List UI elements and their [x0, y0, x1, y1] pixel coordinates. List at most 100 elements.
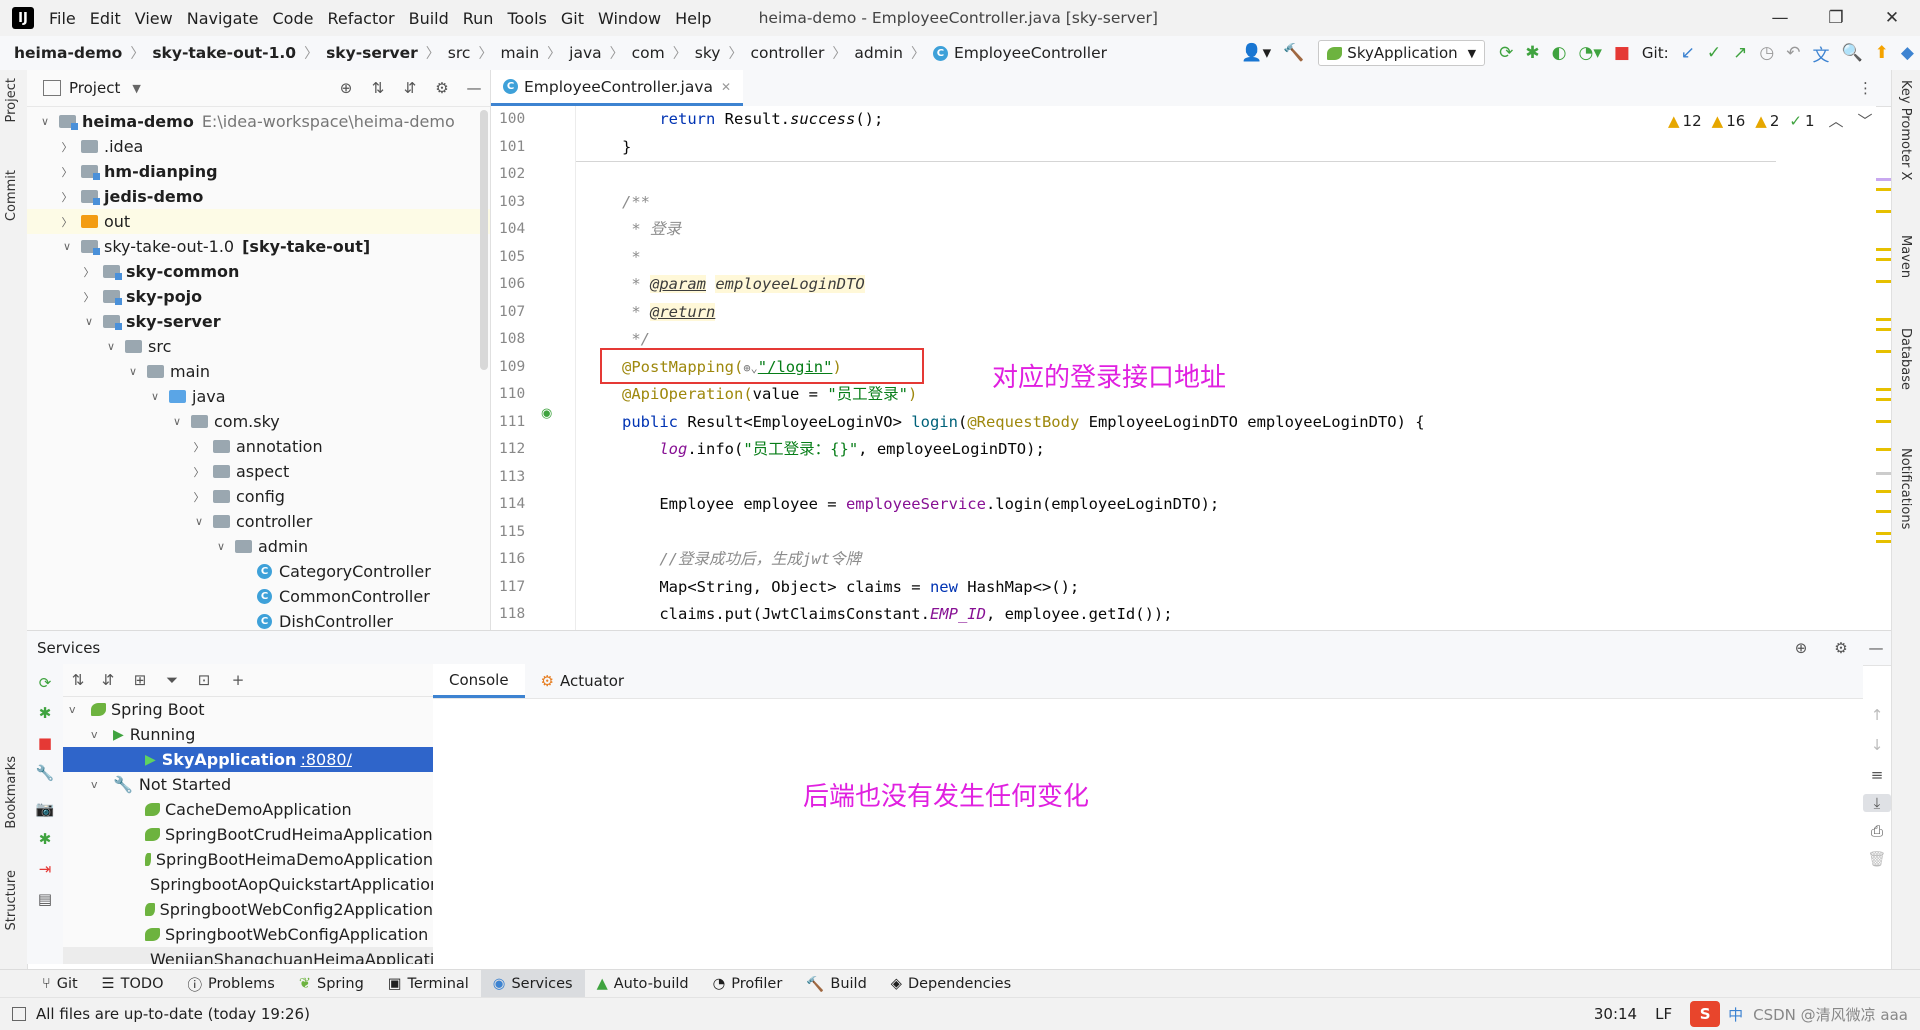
profile-icon[interactable]: ◔▾ — [1578, 43, 1601, 63]
tree-node[interactable]: ∨ sky-take-out-1.0 [sky-take-out] — [27, 234, 490, 259]
tree-node[interactable]: ∨ admin — [27, 534, 490, 559]
rerun-icon[interactable]: ⟳ — [1499, 43, 1513, 63]
structure-tool-tab[interactable]: Structure — [4, 870, 19, 930]
menu-refactor[interactable]: Refactor — [320, 9, 401, 28]
translate-icon[interactable]: 文 — [1813, 41, 1830, 66]
close-window-button[interactable]: ✕ — [1864, 8, 1920, 28]
run-gutter-icon[interactable]: ◉ — [541, 406, 552, 421]
add-service-icon[interactable]: + — [221, 671, 255, 689]
tree-node[interactable]: 〉 hm-dianping — [27, 159, 490, 184]
ime-mode-icon[interactable]: 中 — [1728, 1004, 1743, 1025]
status-message[interactable]: All files are up-to-date (today 19:26) — [36, 1005, 310, 1023]
tree-node[interactable]: 〉 jedis-demo — [27, 184, 490, 209]
tree-node[interactable]: ∨ src — [27, 334, 490, 359]
jetbrains-icon[interactable]: ◆ — [1901, 43, 1914, 63]
database-tab[interactable]: Database — [1898, 328, 1913, 390]
service-sky-application[interactable]: ▶ SkyApplication:8080/ — [63, 747, 433, 772]
new-tab-icon[interactable]: ⊡ — [187, 671, 221, 689]
debug-icon[interactable]: ✱ — [27, 704, 63, 722]
bottom-tab-problems[interactable]: ⓘ Problems — [176, 970, 287, 998]
debug-icon[interactable]: ✱ — [27, 830, 63, 848]
minimize-button[interactable]: — — [1752, 8, 1808, 28]
collapsed-arrow-icon[interactable]: 〉 — [59, 214, 75, 230]
bottom-tab-profiler[interactable]: ◔ Profiler — [701, 970, 795, 998]
collapsed-arrow-icon[interactable]: 〉 — [59, 164, 75, 180]
tree-node[interactable]: 〉 .idea — [27, 134, 490, 159]
menu-build[interactable]: Build — [402, 9, 456, 28]
tab-employee-controller[interactable]: C EmployeeController.java ✕ — [491, 70, 744, 106]
soft-wrap-icon[interactable]: ≡ — [1863, 766, 1891, 784]
breadcrumb-item[interactable]: com — [632, 44, 665, 62]
collapsed-arrow-icon[interactable]: 〉 — [191, 489, 207, 505]
menu-view[interactable]: View — [128, 9, 180, 28]
rollback-icon[interactable]: ↶ — [1786, 43, 1800, 63]
expanded-arrow-icon[interactable]: ∨ — [59, 240, 75, 253]
chevron-down-icon[interactable]: ▼ — [132, 82, 140, 95]
breadcrumb-item[interactable]: sky-take-out-1.0 — [152, 44, 296, 62]
menu-edit[interactable]: Edit — [83, 9, 128, 28]
git-update-icon[interactable]: ↙ — [1681, 43, 1695, 63]
service-item[interactable]: WenjianShangchuanHeimaApplication — [63, 947, 433, 964]
expanded-arrow-icon[interactable]: ∨ — [81, 315, 97, 328]
bottom-tab-git[interactable]: ⑂ Git — [30, 970, 90, 998]
service-item[interactable]: SpringBootHeimaDemoApplication — [63, 847, 433, 872]
exit-icon[interactable]: ⇥ — [27, 860, 63, 878]
breadcrumb-item[interactable]: admin — [854, 44, 903, 62]
menu-git[interactable]: Git — [554, 9, 591, 28]
tab-actuator[interactable]: ⚙ Actuator — [525, 664, 641, 698]
tree-node[interactable]: 〉 sky-pojo — [27, 284, 490, 309]
user-icon[interactable]: 👤▾ — [1241, 43, 1271, 63]
breadcrumb-item[interactable]: EmployeeController — [954, 44, 1107, 62]
commit-tool-tab[interactable]: Commit — [4, 170, 19, 221]
service-item[interactable]: SpringbootWebConfig2Application — [63, 897, 433, 922]
collapse-all-icon[interactable]: ⇵ — [93, 671, 123, 689]
breadcrumb-item[interactable]: src — [448, 44, 471, 62]
project-tool-tab[interactable]: Project — [4, 78, 19, 122]
history-icon[interactable]: ◷ — [1759, 43, 1774, 63]
menu-tools[interactable]: Tools — [500, 9, 553, 28]
expand-all-icon[interactable]: ⇅ — [362, 79, 394, 97]
git-push-icon[interactable]: ↗ — [1733, 43, 1747, 63]
bottom-tab-services[interactable]: ◉ Services — [480, 970, 585, 998]
menu-navigate[interactable]: Navigate — [180, 9, 266, 28]
expanded-arrow-icon[interactable]: ∨ — [147, 390, 163, 403]
service-item[interactable]: SpringbootAopQuickstartApplication — [63, 872, 433, 897]
collapsed-arrow-icon[interactable]: 〉 — [81, 289, 97, 305]
expanded-arrow-icon[interactable]: ∨ — [213, 540, 229, 553]
prev-highlight-icon[interactable]: ︿ — [1829, 110, 1844, 131]
coverage-icon[interactable]: ◐ — [1552, 43, 1567, 63]
collapsed-arrow-icon[interactable]: 〉 — [191, 439, 207, 455]
expanded-arrow-icon[interactable]: ∨ — [191, 515, 207, 528]
print-icon[interactable]: ⎙ — [1863, 822, 1891, 840]
maven-tab[interactable]: Maven — [1898, 235, 1913, 278]
scroll-to-end-icon[interactable]: ⤓ — [1863, 794, 1891, 812]
line-separator[interactable]: LF — [1655, 1005, 1672, 1023]
stop-icon[interactable]: ■ — [27, 734, 63, 752]
tree-node-running[interactable]: v ▶ Running — [63, 722, 433, 747]
tree-node[interactable]: C CommonController — [27, 584, 490, 609]
project-panel-title[interactable]: Project — [69, 79, 120, 97]
bottom-tab-todo[interactable]: ☰ TODO — [90, 970, 176, 998]
bottom-tab-build[interactable]: 🔨 Build — [794, 970, 878, 998]
tree-node-spring-boot[interactable]: v Spring Boot — [63, 697, 433, 722]
wrench-icon[interactable]: 🔧 — [27, 764, 63, 782]
menu-run[interactable]: Run — [456, 9, 501, 28]
tree-node[interactable]: 〉 config — [27, 484, 490, 509]
tree-node[interactable]: C CategoryController — [27, 559, 490, 584]
trash-icon[interactable]: 🗑 — [1863, 850, 1891, 868]
down-arrow-icon[interactable]: ↓ — [1863, 736, 1891, 754]
bottom-tab-spring[interactable]: ❦ Spring — [287, 970, 376, 998]
breadcrumb-item[interactable]: sky — [695, 44, 721, 62]
breadcrumb-item[interactable]: java — [569, 44, 601, 62]
collapse-all-icon[interactable]: ⇵ — [394, 79, 426, 97]
hide-icon[interactable]: — — [458, 79, 490, 97]
tree-node[interactable]: 〉 sky-common — [27, 259, 490, 284]
service-item[interactable]: CacheDemoApplication — [63, 797, 433, 822]
inspection-widget[interactable]: ▲ 12 ▲ 16 ▲ 2 ✓ 1 ︿ ﹀ — [1668, 110, 1873, 131]
hide-icon[interactable]: — — [1861, 639, 1891, 657]
more-icon[interactable]: ⋮ — [1858, 79, 1873, 97]
port-link[interactable]: :8080/ — [300, 750, 352, 769]
git-commit-icon[interactable]: ✓ — [1707, 43, 1721, 63]
bookmarks-tool-tab[interactable]: Bookmarks — [4, 756, 19, 829]
tree-node[interactable]: ∨ sky-server — [27, 309, 490, 334]
